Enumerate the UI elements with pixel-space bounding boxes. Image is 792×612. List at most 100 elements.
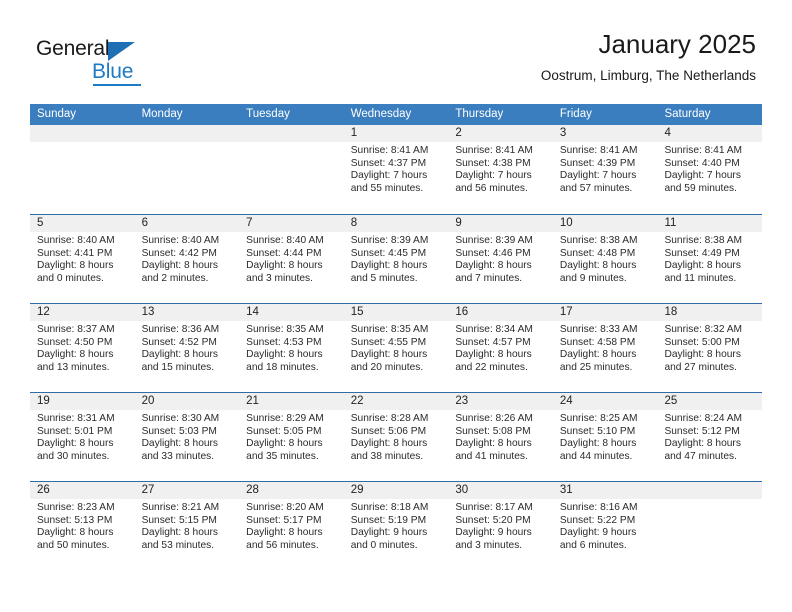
- logo-underline: [93, 84, 141, 86]
- day-number[interactable]: 5: [30, 215, 135, 232]
- day-number-empty: [30, 125, 135, 142]
- day-number[interactable]: 23: [448, 393, 553, 410]
- day-info-line: Sunrise: 8:37 AM: [37, 324, 115, 335]
- day-number[interactable]: 20: [135, 393, 240, 410]
- day-cell[interactable]: Sunrise: 8:41 AM Sunset: 4:40 PM Daylight:…: [657, 142, 762, 213]
- day-number[interactable]: 12: [30, 304, 135, 321]
- day-number[interactable]: 31: [553, 482, 658, 499]
- calendar-week-row: 5 6 7 8 9 10 11 Sunrise: 8:40 AM Sunset: 4:41 PM…: [30, 214, 762, 303]
- day-info-line: Sunrise: 8:40 AM: [246, 235, 324, 246]
- day-number[interactable]: 2: [448, 125, 553, 142]
- day-info-line: Sunset: 5:05 PM: [246, 425, 322, 437]
- day-cell[interactable]: Sunrise: 8:31 AM Sunset: 5:01 PM Daylight:…: [30, 410, 135, 481]
- day-info-line: Daylight: 8 hours: [141, 349, 219, 361]
- day-cell[interactable]: Sunrise: 8:40 AM Sunset: 4:44 PM Daylight:…: [239, 232, 344, 303]
- day-cell[interactable]: Sunrise: 8:40 AM Sunset: 4:41 PM Daylight:…: [30, 232, 135, 303]
- day-info-line: Daylight: 8 hours: [559, 349, 637, 361]
- day-info-line: Sunrise: 8:35 AM: [350, 324, 429, 335]
- week-detail-band: Sunrise: 8:23 AM Sunset: 5:13 PM Daylight:…: [30, 499, 762, 570]
- day-cell[interactable]: Sunrise: 8:28 AM Sunset: 5:06 PM Daylight:…: [344, 410, 449, 481]
- day-info-line: and 35 minutes.: [246, 450, 319, 462]
- day-number[interactable]: 29: [344, 482, 449, 499]
- day-cell[interactable]: Sunrise: 8:23 AM Sunset: 5:13 PM Daylight:…: [30, 499, 135, 570]
- day-number[interactable]: 27: [135, 482, 240, 499]
- day-number[interactable]: 16: [448, 304, 553, 321]
- day-cell[interactable]: Sunrise: 8:29 AM Sunset: 5:05 PM Daylight:…: [239, 410, 344, 481]
- weekday-tuesday: Tuesday: [246, 108, 290, 120]
- day-info-line: Sunset: 5:03 PM: [141, 425, 217, 437]
- day-number[interactable]: 9: [448, 215, 553, 232]
- day-number[interactable]: 3: [553, 125, 658, 142]
- day-info-line: and 27 minutes.: [664, 361, 737, 373]
- day-info-line: Sunset: 4:45 PM: [350, 247, 427, 259]
- day-info-line: Sunrise: 8:41 AM: [664, 145, 743, 156]
- day-number[interactable]: 11: [657, 215, 762, 232]
- day-cell[interactable]: Sunrise: 8:26 AM Sunset: 5:08 PM Daylight:…: [448, 410, 553, 481]
- calendar-week-row: 12 13 14 15 16 17 18 Sunrise: 8:37 AM Sunset: 4:…: [30, 303, 762, 392]
- day-cell[interactable]: Sunrise: 8:25 AM Sunset: 5:10 PM Daylight:…: [553, 410, 658, 481]
- day-cell[interactable]: Sunrise: 8:36 AM Sunset: 4:52 PM Daylight:…: [135, 321, 240, 392]
- day-cell[interactable]: Sunrise: 8:32 AM Sunset: 5:00 PM Daylight:…: [657, 321, 762, 392]
- day-number-empty: [239, 125, 344, 142]
- day-info-line: Sunset: 4:52 PM: [141, 336, 217, 348]
- day-info-line: Sunset: 5:08 PM: [455, 425, 531, 437]
- day-number[interactable]: 22: [344, 393, 449, 410]
- day-number[interactable]: 30: [448, 482, 553, 499]
- day-number[interactable]: 1: [344, 125, 449, 142]
- day-cell[interactable]: Sunrise: 8:20 AM Sunset: 5:17 PM Daylight:…: [239, 499, 344, 570]
- day-cell[interactable]: Sunrise: 8:18 AM Sunset: 5:19 PM Daylight:…: [344, 499, 449, 570]
- day-info-line: Sunrise: 8:34 AM: [455, 324, 533, 335]
- day-info-line: Sunrise: 8:38 AM: [559, 235, 638, 246]
- day-info-line: Sunset: 4:53 PM: [246, 336, 322, 348]
- day-number[interactable]: 15: [344, 304, 449, 321]
- day-cell[interactable]: Sunrise: 8:41 AM Sunset: 4:38 PM Daylight:…: [448, 142, 553, 213]
- day-cell[interactable]: Sunrise: 8:17 AM Sunset: 5:20 PM Daylight:…: [448, 499, 553, 570]
- day-number[interactable]: 13: [135, 304, 240, 321]
- day-cell[interactable]: Sunrise: 8:24 AM Sunset: 5:12 PM Daylight:…: [657, 410, 762, 481]
- day-info-line: Daylight: 7 hours: [455, 170, 532, 182]
- day-number[interactable]: 21: [239, 393, 344, 410]
- day-cell[interactable]: Sunrise: 8:40 AM Sunset: 4:42 PM Daylight:…: [135, 232, 240, 303]
- day-number[interactable]: 28: [239, 482, 344, 499]
- day-cell[interactable]: Sunrise: 8:33 AM Sunset: 4:58 PM Daylight:…: [553, 321, 658, 392]
- day-cell[interactable]: Sunrise: 8:39 AM Sunset: 4:46 PM Daylight:…: [448, 232, 553, 303]
- day-info-line: Sunrise: 8:20 AM: [246, 502, 324, 513]
- week-detail-band: Sunrise: 8:31 AM Sunset: 5:01 PM Daylight:…: [30, 410, 762, 481]
- day-info-line: Sunset: 4:38 PM: [455, 157, 531, 169]
- day-number[interactable]: 10: [553, 215, 658, 232]
- day-info-line: and 55 minutes.: [350, 182, 424, 194]
- day-info-line: Sunrise: 8:41 AM: [559, 145, 638, 156]
- day-cell[interactable]: Sunrise: 8:41 AM Sunset: 4:37 PM Daylight:…: [344, 142, 449, 213]
- day-cell[interactable]: Sunrise: 8:38 AM Sunset: 4:49 PM Daylight:…: [657, 232, 762, 303]
- day-cell[interactable]: Sunrise: 8:41 AM Sunset: 4:39 PM Daylight:…: [553, 142, 658, 213]
- day-number[interactable]: 19: [30, 393, 135, 410]
- day-number[interactable]: 8: [344, 215, 449, 232]
- day-number[interactable]: 14: [239, 304, 344, 321]
- day-number[interactable]: 17: [553, 304, 658, 321]
- day-info-line: and 57 minutes.: [559, 182, 633, 194]
- day-number[interactable]: 25: [657, 393, 762, 410]
- day-info-line: Sunset: 4:57 PM: [455, 336, 531, 348]
- day-info-line: Daylight: 9 hours: [350, 527, 428, 539]
- calendar-grid: Sunday Monday Tuesday Wednesday Thursday…: [30, 104, 762, 570]
- day-cell[interactable]: Sunrise: 8:39 AM Sunset: 4:45 PM Daylight:…: [344, 232, 449, 303]
- day-cell[interactable]: Sunrise: 8:30 AM Sunset: 5:03 PM Daylight:…: [135, 410, 240, 481]
- day-info-line: Sunset: 4:46 PM: [455, 247, 531, 259]
- day-cell[interactable]: Sunrise: 8:35 AM Sunset: 4:53 PM Daylight:…: [239, 321, 344, 392]
- day-cell[interactable]: Sunrise: 8:37 AM Sunset: 4:50 PM Daylight:…: [30, 321, 135, 392]
- day-cell[interactable]: Sunrise: 8:35 AM Sunset: 4:55 PM Daylight:…: [344, 321, 449, 392]
- day-number[interactable]: 7: [239, 215, 344, 232]
- day-info-line: Sunset: 5:12 PM: [664, 425, 740, 437]
- day-cell[interactable]: Sunrise: 8:34 AM Sunset: 4:57 PM Daylight:…: [448, 321, 553, 392]
- day-info-line: and 38 minutes.: [350, 450, 424, 462]
- day-number[interactable]: 4: [657, 125, 762, 142]
- day-cell[interactable]: Sunrise: 8:16 AM Sunset: 5:22 PM Daylight:…: [553, 499, 658, 570]
- day-number[interactable]: 24: [553, 393, 658, 410]
- day-number[interactable]: 6: [135, 215, 240, 232]
- day-number[interactable]: 18: [657, 304, 762, 321]
- day-cell[interactable]: Sunrise: 8:38 AM Sunset: 4:48 PM Daylight:…: [553, 232, 658, 303]
- day-info-line: and 44 minutes.: [559, 450, 633, 462]
- day-info-line: Sunset: 4:42 PM: [141, 247, 217, 259]
- day-cell[interactable]: Sunrise: 8:21 AM Sunset: 5:15 PM Daylight:…: [135, 499, 240, 570]
- day-number[interactable]: 26: [30, 482, 135, 499]
